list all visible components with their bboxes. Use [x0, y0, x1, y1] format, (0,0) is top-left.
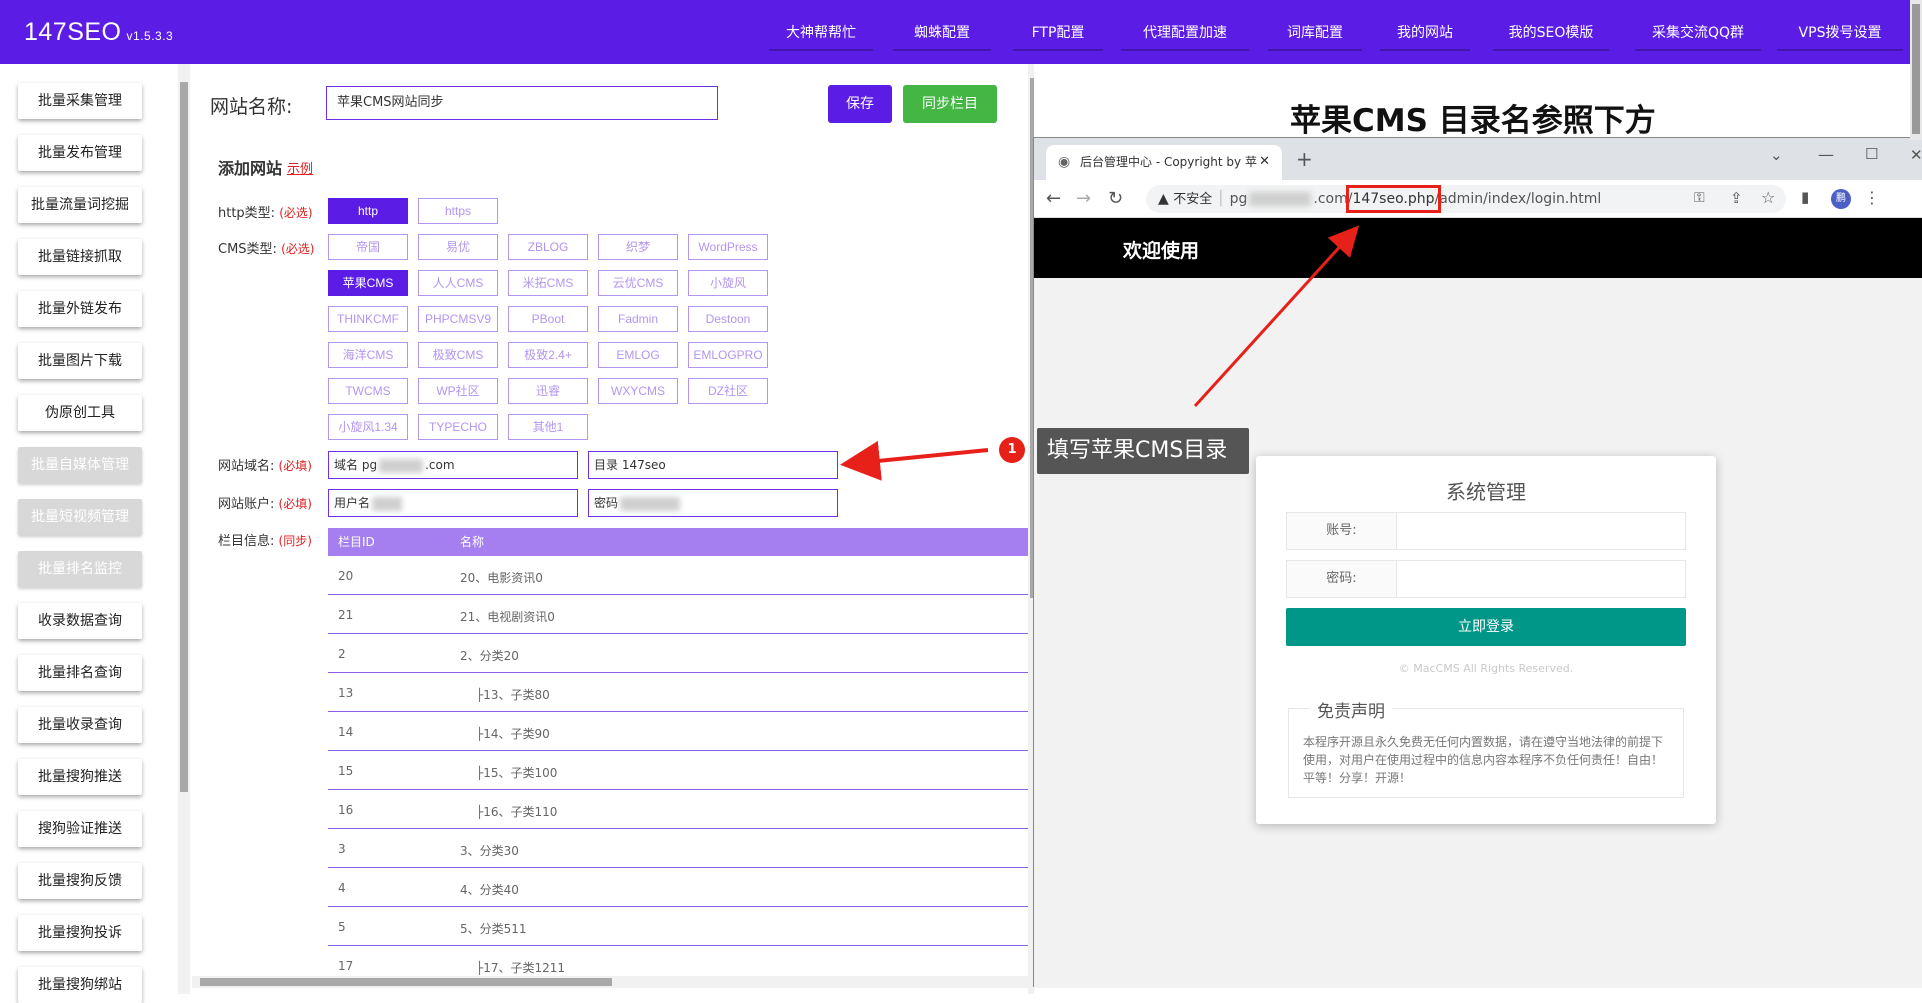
callout-label: 填写苹果CMS目录 [1037, 428, 1249, 474]
step-badge: 1 [999, 437, 1025, 463]
annotation-arrows [840, 225, 1360, 481]
arrow-to-directory [840, 440, 989, 481]
page-scroll-thumb[interactable] [1912, 4, 1920, 134]
page-scrollbar[interactable] [1910, 0, 1922, 140]
arrow-to-url [1193, 225, 1360, 408]
